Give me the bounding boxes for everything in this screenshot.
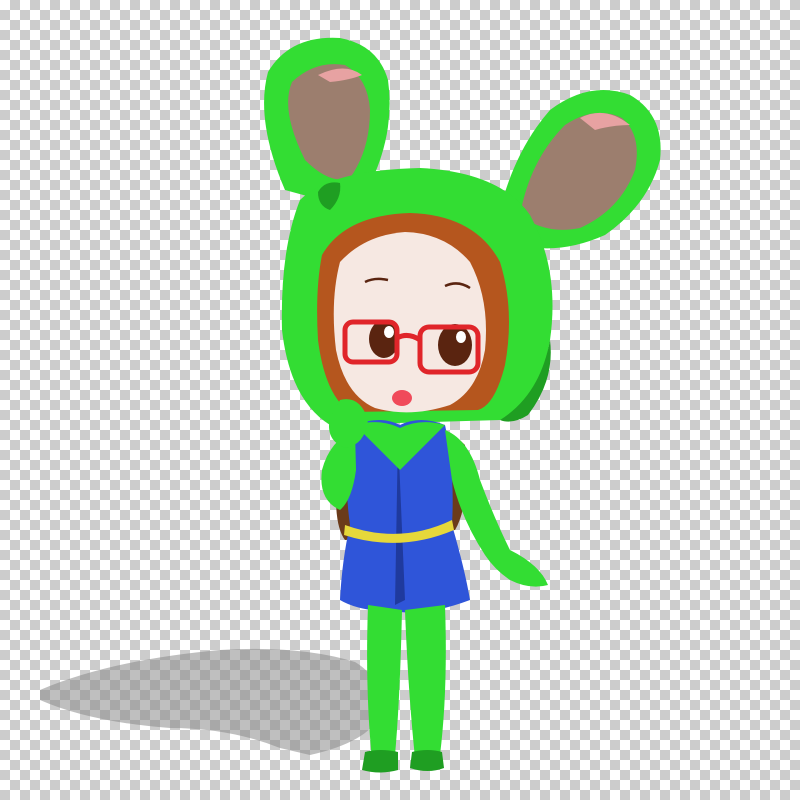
eye-right bbox=[438, 324, 472, 366]
eye-right-highlight bbox=[456, 331, 466, 343]
foot-left bbox=[362, 750, 398, 773]
mouth bbox=[392, 390, 412, 406]
character-illustration bbox=[40, 37, 661, 773]
foot-right bbox=[410, 750, 444, 771]
leg-right bbox=[405, 605, 446, 758]
eye-left-highlight bbox=[384, 326, 394, 338]
image-canvas bbox=[0, 0, 800, 800]
leg-left bbox=[367, 605, 402, 760]
ground-shadow bbox=[40, 648, 381, 755]
